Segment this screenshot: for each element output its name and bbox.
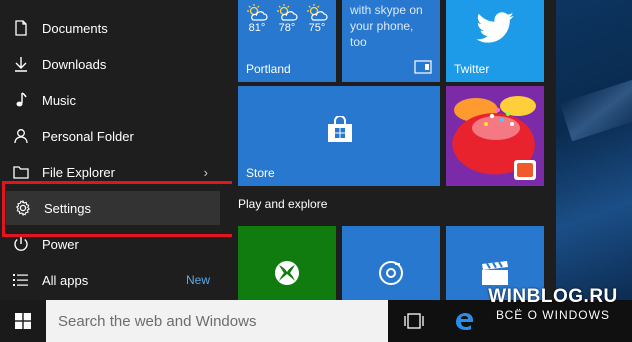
watermark: WINBLOG.RU ВСЁ О WINDOWS bbox=[478, 286, 628, 336]
skype-text-line: too bbox=[350, 35, 367, 49]
section-heading: Play and explore bbox=[238, 197, 328, 211]
start-left-column: Documents Downloads Music Personal Folde… bbox=[0, 0, 239, 300]
task-view-icon bbox=[404, 313, 424, 329]
watermark-subtitle: ВСЁ О WINDOWS bbox=[496, 308, 610, 322]
document-icon bbox=[8, 20, 34, 36]
forecast-day: 81° bbox=[246, 4, 268, 34]
folder-icon bbox=[8, 165, 34, 179]
tile-store[interactable]: Store bbox=[238, 86, 440, 186]
weather-forecast: 81° 78° 75° bbox=[246, 4, 328, 34]
menu-item-all-apps[interactable]: All apps New bbox=[4, 263, 226, 297]
forecast-day: 75° bbox=[306, 4, 328, 34]
temperature: 78° bbox=[278, 22, 296, 34]
chevron-right-icon[interactable]: › bbox=[204, 165, 208, 180]
tile-groove-music[interactable] bbox=[342, 226, 440, 300]
tile-skype[interactable]: with skype on your phone, too bbox=[342, 0, 440, 82]
desktop-background bbox=[556, 0, 632, 300]
music-icon bbox=[8, 92, 34, 108]
menu-item-personal-folder[interactable]: Personal Folder bbox=[4, 119, 226, 153]
menu-item-label: File Explorer bbox=[42, 164, 115, 180]
skype-text: with skype on your phone, too bbox=[350, 2, 423, 50]
new-badge: New bbox=[185, 273, 210, 287]
twitter-bird-icon bbox=[476, 12, 514, 43]
shopping-bag-icon bbox=[328, 116, 352, 142]
edge-icon bbox=[456, 313, 473, 330]
menu-item-label: Music bbox=[42, 92, 76, 108]
start-button[interactable] bbox=[0, 300, 46, 342]
tile-label: Portland bbox=[246, 62, 291, 76]
menu-item-music[interactable]: Music bbox=[4, 83, 226, 117]
tile-twitter[interactable]: Twitter bbox=[446, 0, 544, 82]
start-menu: Documents Downloads Music Personal Folde… bbox=[0, 0, 556, 300]
tiles-area: 81° 78° 75° Portland with skype on your … bbox=[232, 0, 556, 300]
tile-label: Twitter bbox=[454, 62, 490, 76]
skype-text-line: with skype on bbox=[350, 3, 423, 17]
menu-item-label: Documents bbox=[42, 20, 108, 36]
tile-candy-crush[interactable] bbox=[446, 86, 544, 186]
candy-icon bbox=[446, 86, 544, 186]
menu-item-downloads[interactable]: Downloads bbox=[4, 47, 226, 81]
tile-xbox[interactable] bbox=[238, 226, 336, 300]
search-input[interactable] bbox=[46, 312, 388, 330]
menu-item-documents[interactable]: Documents bbox=[4, 11, 226, 45]
menu-item-label: Downloads bbox=[42, 56, 107, 72]
download-icon bbox=[8, 56, 34, 72]
skype-text-line: your phone, bbox=[350, 19, 414, 33]
temperature: 75° bbox=[308, 22, 326, 34]
groove-music-icon bbox=[379, 261, 403, 285]
tile-weather[interactable]: 81° 78° 75° Portland bbox=[238, 0, 336, 82]
clapperboard-icon bbox=[482, 261, 508, 285]
menu-item-label: All apps bbox=[42, 272, 89, 288]
menu-item-label: Power bbox=[42, 236, 79, 252]
power-icon bbox=[8, 236, 34, 252]
windows-logo-icon bbox=[15, 313, 31, 329]
partly-sunny-icon bbox=[247, 4, 268, 21]
search-box[interactable] bbox=[46, 300, 388, 342]
watermark-title: WINBLOG.RU bbox=[488, 286, 618, 307]
temperature: 81° bbox=[248, 22, 266, 34]
partly-sunny-icon bbox=[277, 4, 298, 21]
light-beam bbox=[559, 78, 632, 142]
partly-sunny-icon bbox=[307, 4, 328, 21]
xbox-icon bbox=[275, 261, 299, 285]
task-view-button[interactable] bbox=[402, 309, 426, 333]
person-icon bbox=[8, 128, 34, 144]
menu-item-label: Personal Folder bbox=[42, 128, 134, 144]
settings-highlight-box bbox=[2, 181, 239, 237]
tile-label: Store bbox=[246, 166, 275, 180]
forecast-day: 78° bbox=[276, 4, 298, 34]
skype-device-icon bbox=[414, 60, 432, 74]
list-icon bbox=[8, 273, 34, 287]
edge-button[interactable] bbox=[452, 309, 476, 333]
